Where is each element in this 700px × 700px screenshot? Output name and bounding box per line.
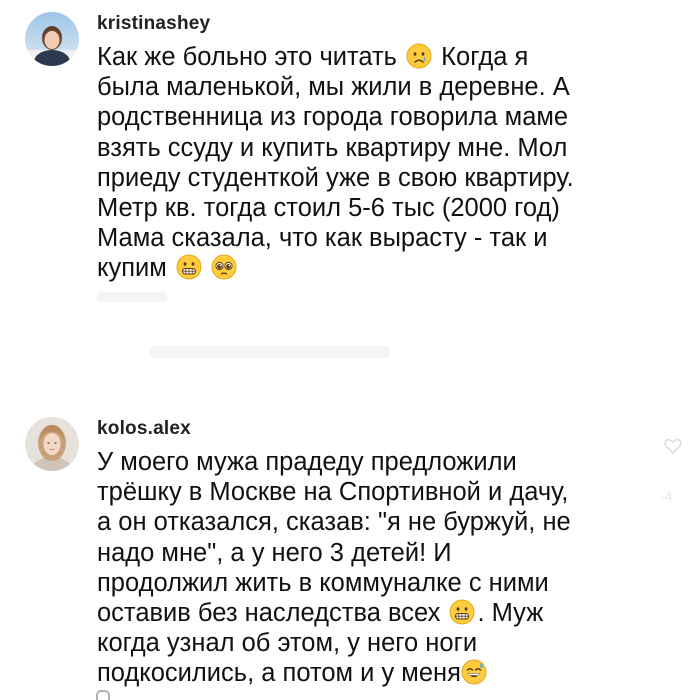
next-comment-avatar-edge <box>96 690 110 700</box>
grimacing-face-emoji <box>176 254 202 280</box>
reply-meta-placeholder <box>97 292 167 302</box>
pleading-face-emoji <box>211 254 237 280</box>
comment-line: Как же больно это читать <box>97 43 397 71</box>
comment-line: продолжил жить в коммуналке с ними <box>97 568 549 597</box>
comment-line: У моего мужа прадеду предложили <box>97 448 517 476</box>
comment-line: когда узнал об этом, у него ноги <box>97 629 478 658</box>
comment-line: оставив без наследства всех <box>97 599 441 628</box>
avatar[interactable] <box>25 417 79 471</box>
comment-item: kolos.alex У моего мужа прадеду предложи… <box>0 390 700 700</box>
comment-line: подкосились, а потом и у меня <box>97 659 461 688</box>
comment-line: взять ссуду и купить квартиру мне. Мол <box>97 133 568 162</box>
like-count-placeholder: ·4 <box>660 488 673 504</box>
comment-line: Мама сказала, что как вырасту - так и <box>97 224 548 253</box>
comment-text: Как же больно это читать Когда я была ма… <box>97 42 687 284</box>
comment-text: У моего мужа прадеду предложили трёшку в… <box>97 447 687 689</box>
comment-line: . Муж <box>477 599 544 628</box>
crying-face-emoji <box>406 43 432 69</box>
comment-line: Когда я <box>441 43 529 71</box>
comment-item: kristinashey Как же больно это читать Ко… <box>0 0 700 380</box>
comment-line: Метр кв. тогда стоил 5-6 тыс (2000 год) <box>97 194 560 223</box>
comment-line: приеду студенткой уже в свою квартиру. <box>97 163 574 192</box>
grimacing-face-emoji <box>449 599 475 625</box>
comment-line: была маленькой, мы жили в деревне. А <box>97 73 570 102</box>
grinning-sweat-emoji <box>461 659 487 685</box>
comment-line: родственница из города говорила маме <box>97 103 569 132</box>
comment-line: купим <box>97 254 167 283</box>
username[interactable]: kristinashey <box>97 13 210 35</box>
comment-line: надо мне", а у него 3 детей! И <box>97 538 452 567</box>
comment-line: трёшку в Москве на Спортивной и дачу, <box>97 478 569 507</box>
avatar[interactable] <box>25 12 79 66</box>
username[interactable]: kolos.alex <box>97 418 191 440</box>
comment-line: а он отказался, сказав: "я не буржуй, не <box>97 508 571 537</box>
view-replies-placeholder[interactable] <box>150 346 390 358</box>
